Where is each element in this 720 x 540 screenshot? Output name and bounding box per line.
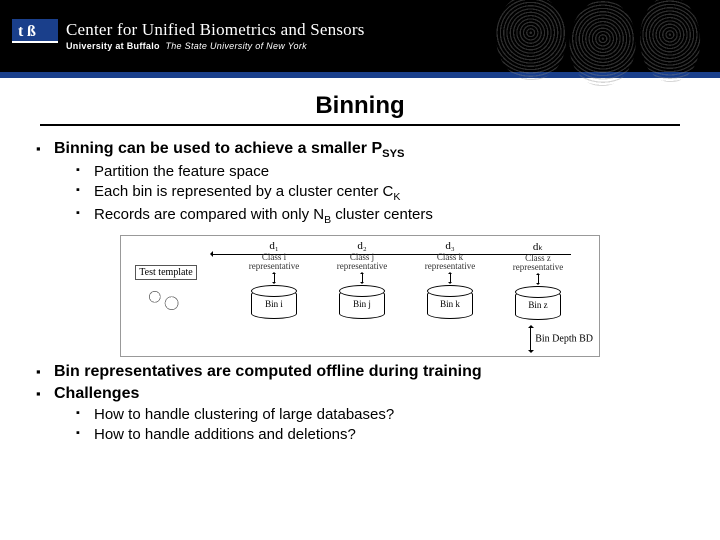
ub-logo-mark: t ß xyxy=(10,16,60,56)
bullet-sub: Each bin is represented by a cluster cen… xyxy=(76,182,690,204)
cluster-k: d₃ Class k representative Bin k xyxy=(413,240,487,319)
bullet-main-3: Challenges How to handle clustering of l… xyxy=(36,385,690,446)
fingerprint-decoration xyxy=(496,0,700,80)
cluster-z: dₖ Class z representative Bin z xyxy=(501,240,575,320)
cluster-j: d₂ Class j representative Bin j xyxy=(325,240,399,319)
cylinder-icon: Bin z xyxy=(515,290,561,320)
cylinder-icon: Bin k xyxy=(427,289,473,319)
bullet-sub: Records are compared with only NB cluste… xyxy=(76,205,690,227)
cluster-i: d₁ Class i representative Bin i xyxy=(237,240,311,319)
bullet-sub: How to handle additions and deletions? xyxy=(76,425,690,445)
bullet-main-2: Bin representatives are computed offline… xyxy=(36,363,690,381)
bullet-sub: Partition the feature space xyxy=(76,162,690,182)
slide-title: Binning xyxy=(40,92,680,126)
slide-body: Binning Binning can be used to achieve a… xyxy=(0,78,720,459)
cylinder-icon: Bin i xyxy=(251,289,297,319)
banner-subtitle: University at Buffalo The State Universi… xyxy=(66,42,365,51)
header-banner: t ß Center for Unified Biometrics and Se… xyxy=(0,0,720,72)
test-template-box: Test template xyxy=(127,262,205,316)
cylinder-icon: Bin j xyxy=(339,289,385,319)
svg-text:t: t xyxy=(18,23,24,40)
binning-diagram: Test template d₁ Class i representative … xyxy=(120,235,600,357)
svg-text:ß: ß xyxy=(27,23,36,40)
bin-depth-label: Bin Depth BD xyxy=(530,326,593,352)
ub-logo: t ß Center for Unified Biometrics and Se… xyxy=(10,16,365,56)
signature-icon xyxy=(138,284,194,316)
bullet-main-1: Binning can be used to achieve a smaller… xyxy=(36,140,690,227)
bullet-sub: How to handle clustering of large databa… xyxy=(76,405,690,425)
banner-title: Center for Unified Biometrics and Sensor… xyxy=(66,21,365,39)
